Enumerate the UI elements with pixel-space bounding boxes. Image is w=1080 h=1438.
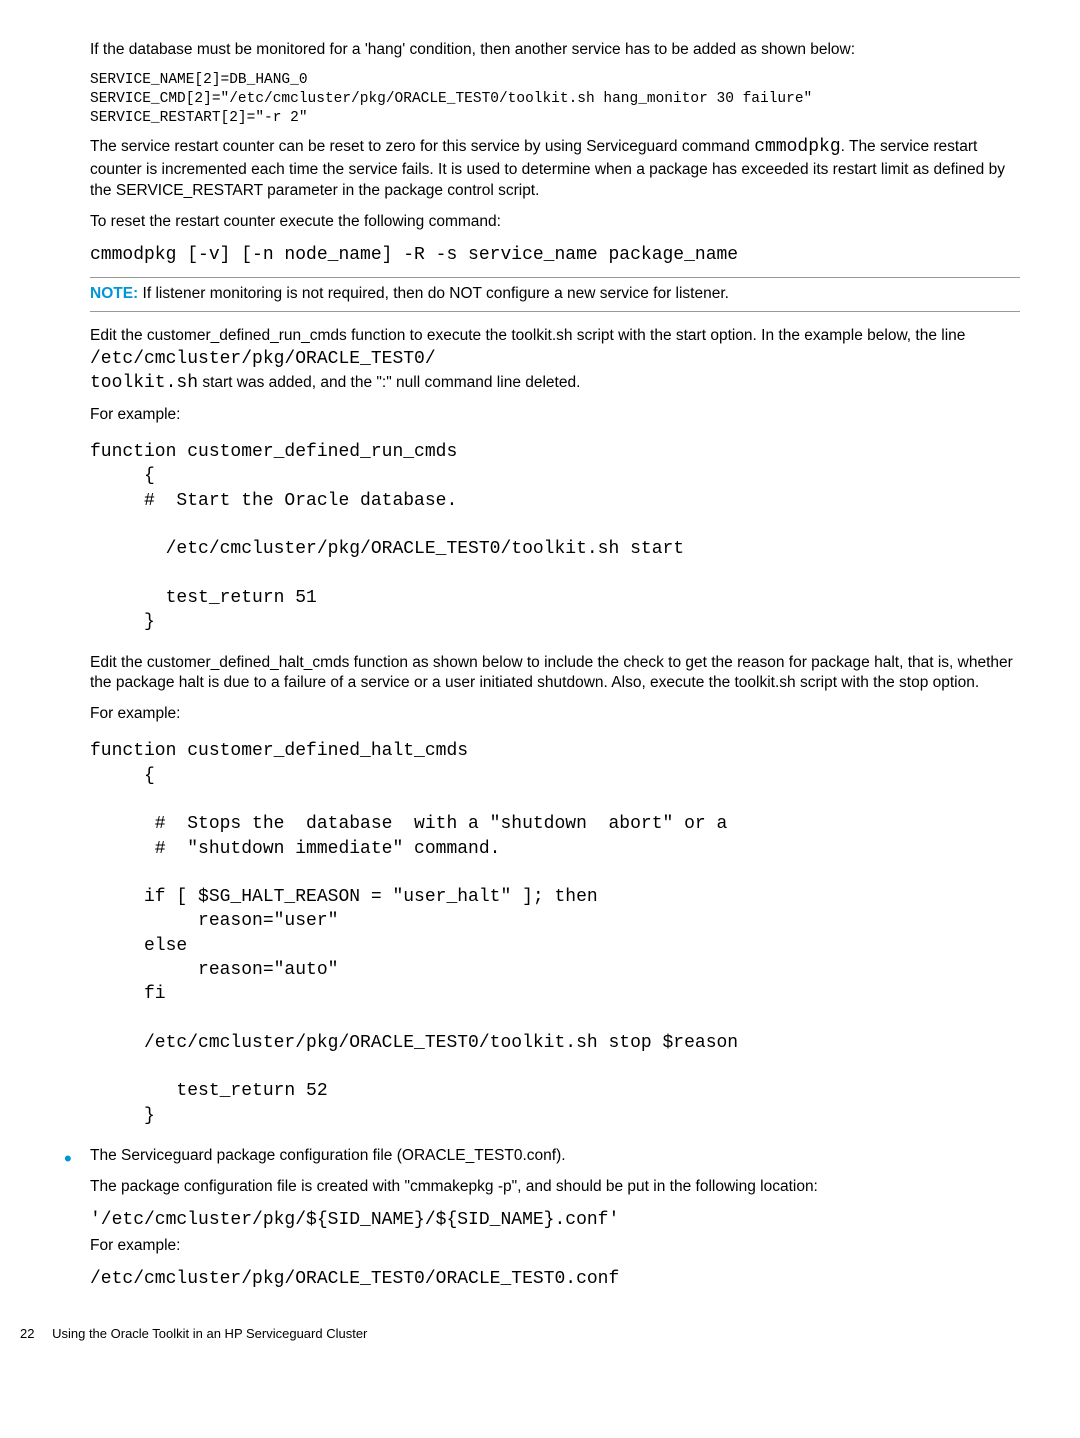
paragraph-edit-run-cmds: Edit the customer_defined_run_cmds funct…: [90, 326, 1020, 396]
text-segment: The service restart counter can be reset…: [90, 138, 754, 155]
code-run-cmds-function: function customer_defined_run_cmds { # S…: [90, 440, 1020, 634]
bullet-text-config-file: The Serviceguard package configuration f…: [90, 1146, 1020, 1167]
paragraph-reset-command-intro: To reset the restart counter execute the…: [90, 212, 1020, 233]
paragraph-intro-hang: If the database must be monitored for a …: [90, 40, 1020, 61]
inline-code-toolkit: toolkit.sh: [90, 373, 198, 393]
paragraph-config-location: The package configuration file is create…: [90, 1177, 1020, 1198]
paragraph-edit-halt-cmds: Edit the customer_defined_halt_cmds func…: [90, 653, 1020, 695]
paragraph-for-example-3: For example:: [90, 1236, 1020, 1257]
inline-code-path: /etc/cmcluster/pkg/ORACLE_TEST0/: [90, 349, 436, 369]
text-segment: Edit the customer_defined_run_cmds funct…: [90, 327, 965, 344]
code-cmmodpkg-command: cmmodpkg [-v] [-n node_name] -R -s servi…: [90, 243, 1020, 267]
bullet-icon: •: [64, 1146, 72, 1171]
footer-chapter-title: Using the Oracle Toolkit in an HP Servic…: [52, 1326, 367, 1341]
inline-code-cmmodpkg: cmmodpkg: [754, 137, 840, 157]
page-number: 22: [20, 1325, 34, 1343]
code-service-hang: SERVICE_NAME[2]=DB_HANG_0 SERVICE_CMD[2]…: [90, 71, 1020, 128]
note-text-content: If listener monitoring is not required, …: [143, 285, 729, 302]
text-segment: start was added, and the ":" null comman…: [198, 374, 580, 391]
paragraph-restart-counter: The service restart counter can be reset…: [90, 135, 1020, 201]
note-label: NOTE:: [90, 285, 138, 302]
code-halt-cmds-function: function customer_defined_halt_cmds { # …: [90, 739, 1020, 1128]
code-config-path-template: '/etc/cmcluster/pkg/${SID_NAME}/${SID_NA…: [90, 1208, 1020, 1232]
paragraph-for-example-1: For example:: [90, 405, 1020, 426]
page-footer: 22 Using the Oracle Toolkit in an HP Ser…: [20, 1325, 1020, 1343]
note-block: NOTE: If listener monitoring is not requ…: [90, 277, 1020, 312]
paragraph-for-example-2: For example:: [90, 704, 1020, 725]
code-config-path-example: /etc/cmcluster/pkg/ORACLE_TEST0/ORACLE_T…: [90, 1267, 1020, 1291]
bullet-item-config-file: • The Serviceguard package configuration…: [90, 1146, 1020, 1295]
